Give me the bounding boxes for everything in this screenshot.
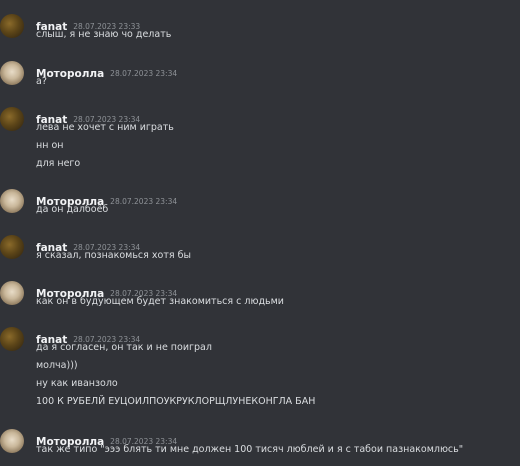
message-text: а?	[36, 76, 47, 87]
avatar[interactable]	[0, 429, 24, 453]
avatar[interactable]	[0, 189, 24, 213]
message-text: да он далбоёб	[36, 204, 109, 215]
message-text: лева не хочет с ним играть	[36, 122, 174, 133]
message-text: ну как иванзоло	[36, 378, 118, 389]
message-text: 100 К РУБЕЛЙ ЕУЦОИЛПОУКРУКЛОРЩЛУНЕКОНГЛА…	[36, 396, 316, 407]
message-text: для него	[36, 158, 81, 169]
avatar[interactable]	[0, 61, 24, 85]
message-text: молча)))	[36, 360, 78, 371]
message-text: слыш, я не знаю чо делать	[36, 29, 172, 40]
message-header: Моторолла 28.07.2023 23:34	[36, 62, 177, 81]
avatar[interactable]	[0, 14, 24, 38]
avatar[interactable]	[0, 107, 24, 131]
message-text: нн он	[36, 140, 64, 151]
avatar[interactable]	[0, 327, 24, 351]
avatar[interactable]	[0, 235, 24, 259]
message-text: так же типо "эээ блять ти мне должен 100…	[36, 444, 464, 455]
message-text: я сказал, познакомься хотя бы	[36, 250, 191, 261]
message-text: как он в будующем будет знакомиться с лю…	[36, 296, 284, 307]
timestamp: 28.07.2023 23:34	[110, 197, 178, 206]
message-text: да я согласен, он так и не поиграл	[36, 342, 212, 353]
timestamp: 28.07.2023 23:34	[110, 69, 178, 78]
avatar[interactable]	[0, 281, 24, 305]
